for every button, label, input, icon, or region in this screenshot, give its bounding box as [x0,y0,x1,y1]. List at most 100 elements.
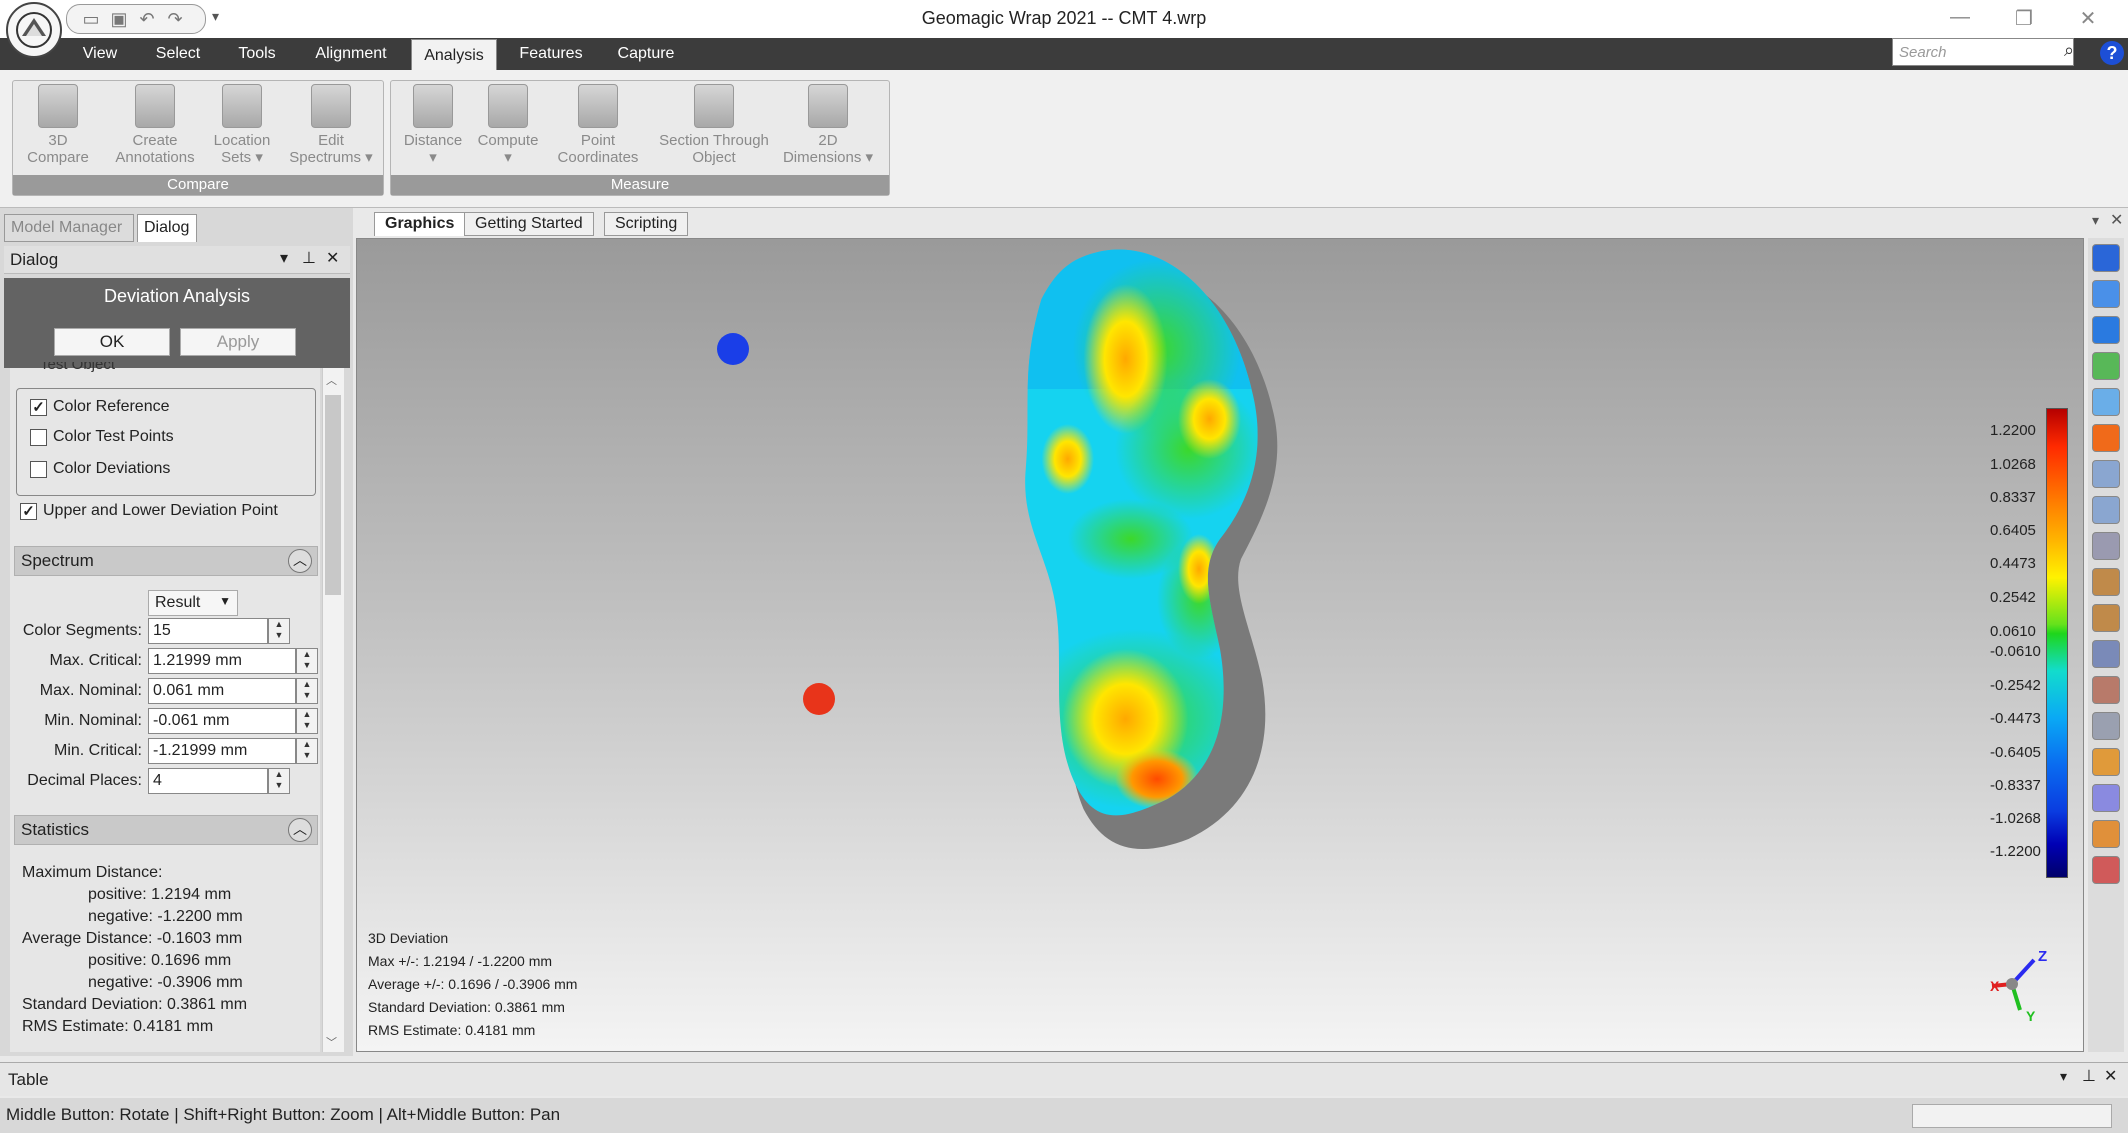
graphics-dropdown-icon[interactable]: ▾ [2092,212,2099,229]
lower-deviation-point [717,333,749,365]
menu-features[interactable]: Features [514,38,588,70]
select-layer-icon[interactable] [2092,784,2120,812]
search-input[interactable]: Search [1892,38,2074,66]
2d-dimensions-icon [808,84,848,128]
apply-button[interactable]: Apply [180,328,296,356]
menu-tools[interactable]: Tools [230,38,284,70]
info-rms: RMS Estimate: 0.4181 mm [368,1022,536,1038]
dialog-header: Dialog [4,246,350,274]
deviation-model-render[interactable] [357,239,2085,1053]
camera-icon[interactable] [2092,352,2120,380]
distance-icon [413,84,453,128]
window-title: Geomagic Wrap 2021 -- CMT 4.wrp [921,8,1207,28]
max-nominal-input[interactable]: 0.061 mm [148,678,296,704]
select-component-icon[interactable] [2092,748,2120,776]
color-segments-stepper[interactable]: ▲ ▼ [268,618,290,644]
point-coordinates-button[interactable]: Point Coordinates [550,84,646,166]
view-cube-icon[interactable] [2092,244,2120,272]
color-map-icon[interactable] [2092,424,2120,452]
tab-model-manager[interactable]: Model Manager [4,214,134,242]
max-nominal-stepper[interactable]: ▲ ▼ [296,678,318,704]
spectrum-section-header[interactable]: Spectrum [14,546,318,576]
close-icon[interactable]: ✕ [326,248,339,268]
edit-spectrums-button[interactable]: Edit Spectrums ▾ [284,84,378,166]
table-close-icon[interactable]: ✕ [2104,1066,2117,1086]
legend-value: -0.0610 [1990,643,2041,660]
pin-icon[interactable]: ⊥ [302,248,316,268]
color-segments-input[interactable]: 15 [148,618,268,644]
menu-alignment[interactable]: Alignment [306,38,396,70]
max-critical-stepper[interactable]: ▲ ▼ [296,648,318,674]
tab-dialog[interactable]: Dialog [137,214,197,242]
statistics-collapse-icon[interactable]: ︿ [288,818,312,842]
close-button[interactable]: ✕ [2068,6,2108,32]
distance-button[interactable]: Distance ▾ [398,84,468,166]
help-icon[interactable]: ? [2100,41,2124,65]
polygon-select-icon[interactable] [2092,640,2120,668]
axis-y-label: Y [2026,1008,2036,1024]
color-reference-checkbox[interactable]: ✓ Color Reference [30,398,170,416]
select-through-icon[interactable] [2092,676,2120,704]
max-nominal-label: Max. Nominal: [39,682,142,699]
line-select-icon[interactable] [2092,532,2120,560]
stat-max-distance: Maximum Distance: [22,864,163,881]
deselect-icon[interactable] [2092,856,2120,884]
tab-graphics[interactable]: Graphics [374,212,466,236]
paint-brush-icon[interactable] [2092,568,2120,596]
compute-button[interactable]: Compute ▾ [472,84,544,166]
crosshair-icon [578,84,618,128]
min-nominal-stepper[interactable]: ▲ ▼ [296,708,318,734]
rectangle-select-icon[interactable] [2092,460,2120,488]
table-panel-header[interactable]: Table [0,1062,2128,1096]
custom-region-icon[interactable] [2092,604,2120,632]
min-critical-input[interactable]: -1.21999 mm [148,738,296,764]
legend-value: -0.2542 [1990,677,2041,694]
scrollbar-thumb[interactable] [325,395,341,595]
menu-capture[interactable]: Capture [610,38,682,70]
zoom-icon[interactable] [2092,388,2120,416]
create-annotations-button[interactable]: Create Annotations [110,84,200,166]
tab-scripting[interactable]: Scripting [604,212,689,236]
spectrum-mode-select[interactable]: Result ▼ [148,590,238,616]
3d-compare-button[interactable]: 3D Compare [20,84,96,166]
min-critical-stepper[interactable]: ▲ ▼ [296,738,318,764]
ok-button[interactable]: OK [54,328,170,356]
legend-value: -1.0268 [1990,810,2041,827]
decimal-places-stepper[interactable]: ▲ ▼ [268,768,290,794]
min-nominal-input[interactable]: -0.061 mm [148,708,296,734]
minimize-button[interactable]: — [1940,6,1980,32]
2d-dimensions-button[interactable]: 2D Dimensions ▾ [780,84,876,166]
menu-select[interactable]: Select [150,38,206,70]
decimal-places-input[interactable]: 4 [148,768,268,794]
color-test-points-checkbox[interactable]: Color Test Points [30,428,174,446]
table-dropdown-icon[interactable]: ▾ [2060,1068,2067,1085]
scroll-up-icon[interactable]: ︿ [326,372,337,388]
menu-view[interactable]: View [74,38,126,70]
graphics-close-icon[interactable]: ✕ [2110,210,2123,230]
legend-value: 0.0610 [1990,623,2036,640]
graphics-viewport[interactable] [356,238,2084,1052]
select-visible-icon[interactable] [2092,712,2120,740]
app-logo-icon[interactable] [6,2,62,58]
scroll-down-icon[interactable]: ﹀ [326,1034,337,1050]
location-sets-button[interactable]: Location Sets ▾ [204,84,280,166]
compare-group-label: Compare [13,175,383,195]
max-critical-input[interactable]: 1.21999 mm [148,648,296,674]
upper-lower-deviation-checkbox[interactable]: ✓ Upper and Lower Deviation Point [20,502,278,520]
lasso-select-icon[interactable] [2092,496,2120,524]
dropdown-icon[interactable]: ▾ [280,248,288,268]
spectrum-collapse-icon[interactable]: ︿ [288,549,312,573]
restore-button[interactable]: ❐ [2004,6,2044,32]
rotate-icon[interactable] [2092,280,2120,308]
select-all-icon[interactable] [2092,820,2120,848]
section-through-object-button[interactable]: Section Through Object [652,84,776,166]
view-plane-icon[interactable] [2092,316,2120,344]
axis-z-label: Z [2038,948,2048,965]
tab-getting-started[interactable]: Getting Started [464,212,594,236]
table-pin-icon[interactable]: ⊥ [2082,1066,2096,1086]
search-icon[interactable]: ⌕ [2064,40,2074,61]
color-deviations-checkbox[interactable]: Color Deviations [30,460,170,478]
menu-analysis[interactable]: Analysis [411,39,497,70]
statistics-section-header[interactable]: Statistics [14,815,318,845]
stat-standard-deviation: Standard Deviation: 0.3861 mm [22,996,248,1013]
